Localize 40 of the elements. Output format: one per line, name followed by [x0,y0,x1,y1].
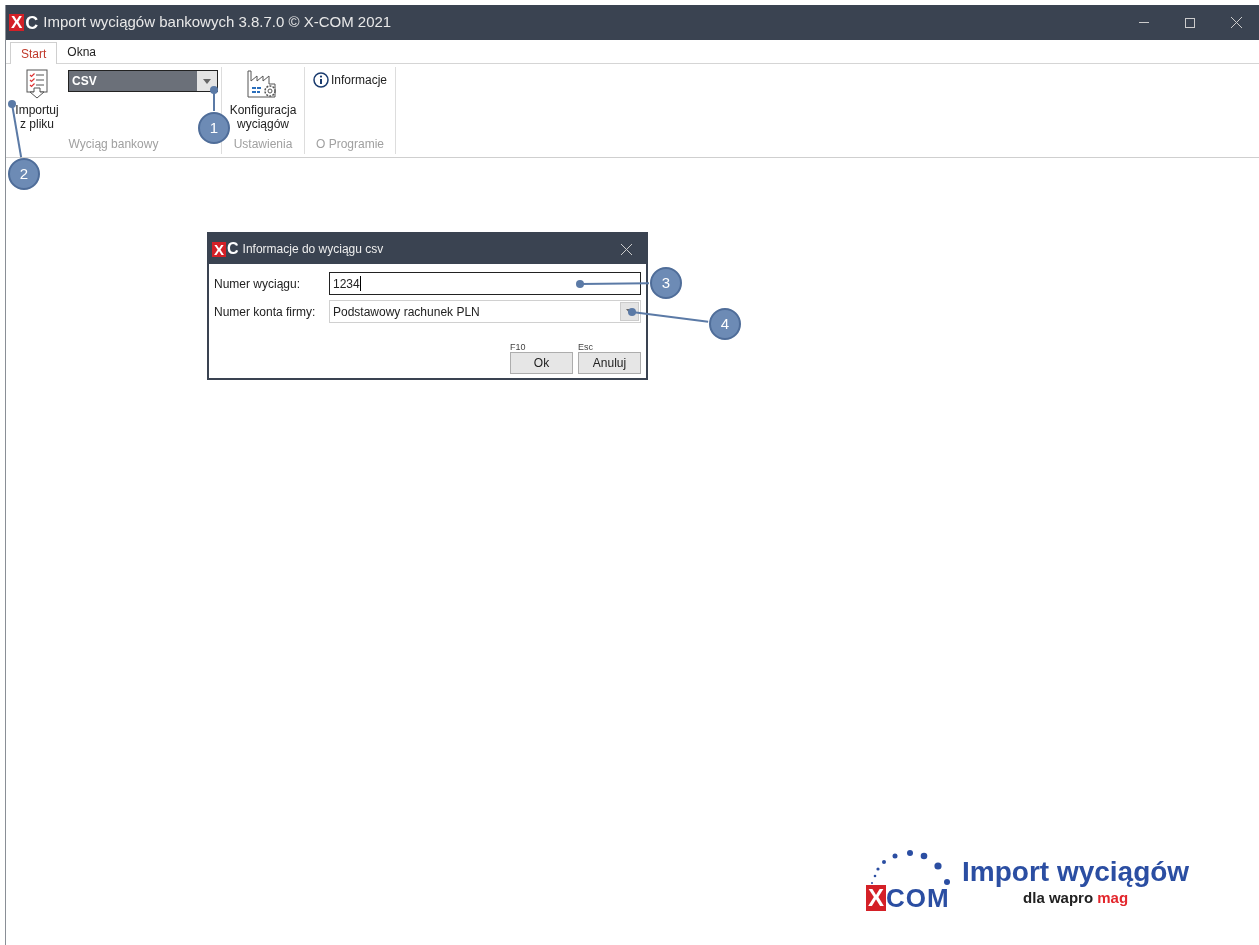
group-label: Ustawienia [233,136,293,153]
logo-letter: X [212,241,226,257]
checklist-import-icon [24,69,50,99]
info-icon [313,72,329,88]
close-icon [621,243,632,255]
dialog-title: Informacje do wyciągu csv [242,241,384,258]
group-label: Wyciąg bankowy [68,136,159,153]
close-icon [1230,17,1242,28]
callout-marker: 1 [198,112,230,144]
group-label: O Programie [316,136,385,153]
callout-marker: 4 [709,308,741,340]
field-label: Numer wyciągu: [214,275,302,293]
window-title: Import wyciągów bankowych 3.8.7.0 © X-COM 2021 [43,12,392,33]
caret-icon [203,78,211,84]
format-select[interactable]: CSV [68,70,218,92]
callout-marker: 2 [8,158,40,190]
logo-wordmark: COM [886,885,950,911]
dialog-button[interactable]: Ok [510,352,573,374]
ribbon-tab[interactable]: Start [10,42,58,64]
config-button[interactable]: Konfiguracja wyciągów [228,67,298,135]
logo-letter: X [866,885,886,911]
callout-marker: 3 [650,267,682,299]
logo-letter: X [9,14,25,31]
shortcut-label: F10 [510,342,526,352]
info-button[interactable]: Informacje [313,67,388,89]
logo-letter: C [227,241,239,257]
leader-line [210,86,218,112]
shortcut-label: Esc [578,342,593,352]
product-title: Import wyciągów [962,856,1190,887]
product-subtitle: dla wapro mag [1023,887,1129,908]
import-button[interactable]: Importuj z pliku [9,67,65,135]
dialog-button[interactable]: Anuluj [578,352,641,374]
logo-letter: C [25,13,39,32]
minimize-icon [1139,21,1149,24]
ribbon-tab[interactable]: Okna [57,41,107,63]
statement-number-field[interactable]: 1234 [329,272,641,295]
field-label: Numer konta firmy: [214,303,317,321]
close-button[interactable] [621,243,632,255]
account-select[interactable]: Podstawowy rachunek PLN [329,300,641,323]
maximize-icon [1185,17,1195,28]
